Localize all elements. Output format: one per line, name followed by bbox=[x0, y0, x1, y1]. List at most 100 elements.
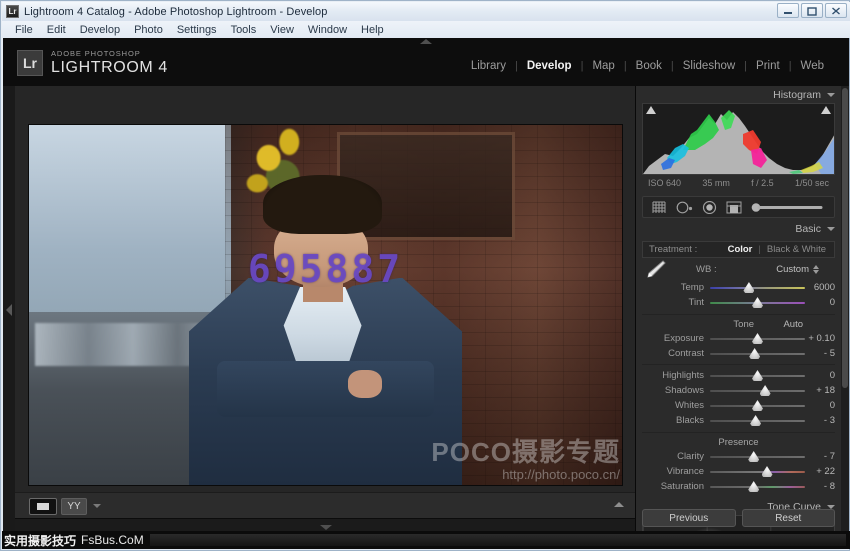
slider-label: Whites bbox=[642, 400, 710, 411]
module-slideshow[interactable]: Slideshow bbox=[674, 60, 744, 72]
window-frame: Lr Lightroom 4 Catalog - Adobe Photoshop… bbox=[0, 0, 850, 551]
slider-label: Temp bbox=[642, 282, 710, 293]
menu-settings[interactable]: Settings bbox=[170, 23, 224, 37]
module-develop[interactable]: Develop bbox=[518, 60, 581, 72]
white-balance-label: WB : bbox=[696, 264, 717, 275]
minimize-button[interactable] bbox=[777, 3, 799, 18]
slider-value: 0 bbox=[805, 370, 835, 381]
histogram-metadata: ISO 640 35 mm f / 2.5 1/50 sec bbox=[642, 176, 835, 190]
tone-title: Tone bbox=[704, 319, 783, 330]
slider-highlights[interactable]: Highlights 0 bbox=[642, 368, 835, 383]
slider-track[interactable] bbox=[710, 482, 805, 491]
menu-help[interactable]: Help bbox=[354, 23, 391, 37]
slider-temp[interactable]: Temp 6000 bbox=[642, 280, 835, 295]
crop-overlay-icon[interactable] bbox=[652, 201, 667, 214]
tone-auto-button[interactable]: Auto bbox=[783, 319, 803, 330]
toolbar-expand-icon[interactable] bbox=[614, 502, 624, 507]
app-icon: Lr bbox=[6, 5, 19, 18]
close-icon bbox=[830, 6, 842, 16]
shadow-clipping-icon[interactable] bbox=[646, 106, 656, 114]
module-print[interactable]: Print bbox=[747, 60, 789, 72]
white-balance-selector-icon[interactable] bbox=[642, 259, 668, 279]
slider-track[interactable] bbox=[710, 467, 805, 476]
photo-container[interactable]: 695887 POCO摄影专题 http://photo.poco.cn/ bbox=[29, 125, 622, 485]
module-map[interactable]: Map bbox=[583, 60, 623, 72]
slider-tint[interactable]: Tint 0 bbox=[642, 295, 835, 310]
slider-track[interactable] bbox=[710, 283, 805, 292]
chevron-right-icon bbox=[6, 304, 12, 316]
adjustment-brush-icon[interactable] bbox=[751, 202, 823, 213]
slider-label: Saturation bbox=[642, 481, 710, 492]
slider-track[interactable] bbox=[710, 452, 805, 461]
slider-track[interactable] bbox=[710, 334, 805, 343]
chevron-down-icon bbox=[827, 93, 835, 97]
reset-button[interactable]: Reset bbox=[742, 509, 836, 527]
presence-title: Presence bbox=[648, 437, 829, 448]
slider-vibrance[interactable]: Vibrance + 22 bbox=[642, 464, 835, 479]
highlight-clipping-icon[interactable] bbox=[821, 106, 831, 114]
photo-subject-hand bbox=[348, 370, 382, 398]
chevron-down-icon bbox=[827, 505, 835, 509]
maximize-button[interactable] bbox=[801, 3, 823, 18]
treatment-color-option[interactable]: Color bbox=[728, 244, 753, 255]
menu-photo[interactable]: Photo bbox=[127, 23, 170, 37]
photo-image bbox=[29, 125, 622, 485]
menu-tools[interactable]: Tools bbox=[224, 23, 264, 37]
slider-saturation[interactable]: Saturation - 8 bbox=[642, 479, 835, 494]
close-button[interactable] bbox=[825, 3, 847, 18]
slider-track[interactable] bbox=[710, 371, 805, 380]
slider-track[interactable] bbox=[710, 298, 805, 307]
statusbar-watermark-en: FsBus.CoM bbox=[76, 533, 144, 547]
statusbar-watermark-cn: 实用摄影技巧 bbox=[2, 532, 76, 549]
graduated-filter-icon[interactable] bbox=[726, 201, 742, 214]
module-library[interactable]: Library bbox=[462, 60, 515, 72]
slider-whites[interactable]: Whites 0 bbox=[642, 398, 835, 413]
loupe-view-button[interactable] bbox=[29, 498, 57, 515]
slider-blacks[interactable]: Blacks - 3 bbox=[642, 413, 835, 428]
menu-window[interactable]: Window bbox=[301, 23, 354, 37]
slider-shadows[interactable]: Shadows + 18 bbox=[642, 383, 835, 398]
red-eye-icon[interactable] bbox=[702, 201, 717, 214]
scrollbar-thumb[interactable] bbox=[842, 88, 848, 388]
photo-subject-hair bbox=[263, 175, 383, 234]
histogram-panel-header[interactable]: Histogram bbox=[636, 86, 841, 103]
panel-button-row: Previous Reset bbox=[642, 509, 835, 527]
previous-button[interactable]: Previous bbox=[642, 509, 736, 527]
spot-removal-icon[interactable] bbox=[676, 201, 693, 214]
white-balance-value[interactable]: Custom bbox=[776, 264, 819, 275]
statusbar: 实用摄影技巧 FsBus.CoM bbox=[2, 531, 850, 549]
slider-track[interactable] bbox=[710, 386, 805, 395]
slider-track[interactable] bbox=[710, 349, 805, 358]
top-panel-collapse-bar[interactable] bbox=[3, 38, 849, 46]
slider-track[interactable] bbox=[710, 416, 805, 425]
slider-bar bbox=[710, 390, 805, 392]
slider-contrast[interactable]: Contrast - 5 bbox=[642, 346, 835, 361]
chevron-down-icon[interactable] bbox=[93, 504, 101, 508]
histogram-graph[interactable] bbox=[642, 103, 835, 175]
slider-exposure[interactable]: Exposure + 0.10 bbox=[642, 331, 835, 346]
identity-line-1: ADOBE PHOTOSHOP bbox=[51, 50, 168, 58]
slider-clarity[interactable]: Clarity - 7 bbox=[642, 449, 835, 464]
chevron-down-icon bbox=[320, 525, 332, 530]
metadata-iso: ISO 640 bbox=[648, 178, 681, 188]
tone-detail-section: Highlights 0 Shadows bbox=[642, 364, 835, 428]
right-panel-scrollbar[interactable] bbox=[841, 86, 849, 533]
slider-bar bbox=[710, 287, 805, 289]
white-balance-preset: Custom bbox=[776, 264, 809, 275]
menu-view[interactable]: View bbox=[263, 23, 301, 37]
presence-section: Presence Clarity - 7 bbox=[642, 432, 835, 494]
menu-develop[interactable]: Develop bbox=[73, 23, 127, 37]
menu-file[interactable]: File bbox=[8, 23, 40, 37]
basic-title: Basic bbox=[795, 223, 821, 235]
slider-value: 0 bbox=[805, 400, 835, 411]
before-after-button[interactable]: YY bbox=[61, 498, 87, 515]
basic-panel-header[interactable]: Basic bbox=[636, 220, 841, 237]
photo-subject-arms bbox=[217, 361, 433, 417]
identity-plate[interactable]: Lr ADOBE PHOTOSHOP LIGHTROOM 4 bbox=[17, 50, 168, 76]
slider-label: Highlights bbox=[642, 370, 710, 381]
menu-edit[interactable]: Edit bbox=[40, 23, 73, 37]
module-book[interactable]: Book bbox=[627, 60, 671, 72]
treatment-bw-option[interactable]: Black & White bbox=[767, 244, 826, 255]
module-web[interactable]: Web bbox=[792, 60, 833, 72]
slider-track[interactable] bbox=[710, 401, 805, 410]
